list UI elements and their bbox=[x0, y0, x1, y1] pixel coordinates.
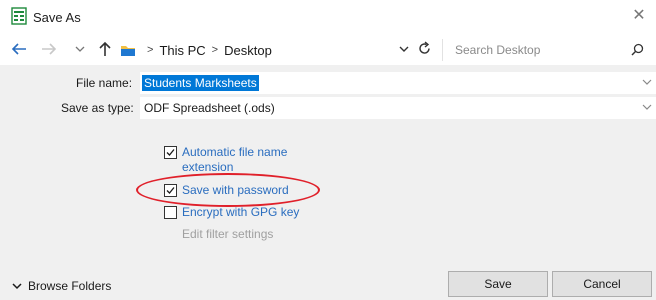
automatic-extension-label-line1: Automatic file name bbox=[182, 145, 288, 159]
automatic-extension-checkbox[interactable] bbox=[164, 146, 177, 159]
encrypt-gpg-label: Encrypt with GPG key bbox=[182, 205, 300, 219]
search-placeholder: Search Desktop bbox=[455, 43, 541, 57]
save-as-type-select[interactable]: ODF Spreadsheet (.ods) bbox=[140, 97, 656, 119]
search-input[interactable]: Search Desktop bbox=[442, 39, 652, 61]
automatic-extension-label: Automatic file name extension bbox=[182, 145, 287, 175]
file-name-value[interactable]: Students Marksheets bbox=[142, 75, 259, 91]
option-automatic-extension[interactable]: Automatic file name extension bbox=[164, 145, 287, 175]
annotation-highlight-oval bbox=[136, 173, 320, 207]
close-icon: ✕ bbox=[632, 7, 646, 24]
file-name-label: File name: bbox=[76, 76, 133, 90]
file-name-field[interactable]: Students Marksheets bbox=[140, 72, 656, 94]
browse-folders-label: Browse Folders bbox=[28, 279, 112, 293]
window-title: Save As bbox=[33, 10, 81, 25]
checkmark-icon bbox=[166, 149, 175, 156]
search-icon bbox=[631, 43, 644, 56]
save-as-type-value: ODF Spreadsheet (.ods) bbox=[144, 101, 275, 115]
save-as-type-label: Save as type: bbox=[61, 101, 134, 115]
browse-folders-toggle[interactable]: Browse Folders bbox=[12, 279, 111, 293]
option-edit-filter-settings: Edit filter settings bbox=[182, 227, 273, 242]
breadcrumb-separator: > bbox=[147, 44, 154, 56]
save-button[interactable]: Save bbox=[448, 271, 548, 297]
cancel-button[interactable]: Cancel bbox=[552, 271, 652, 297]
title-bar: Save As ✕ bbox=[0, 0, 656, 34]
recent-locations-chevron-icon[interactable] bbox=[73, 40, 87, 58]
address-dropdown-chevron-icon[interactable] bbox=[398, 43, 410, 55]
encrypt-gpg-checkbox[interactable] bbox=[164, 206, 177, 219]
refresh-icon[interactable] bbox=[417, 41, 432, 56]
edit-filter-settings-label: Edit filter settings bbox=[182, 227, 274, 241]
chevron-down-icon bbox=[12, 283, 22, 290]
chevron-down-icon[interactable] bbox=[642, 103, 652, 111]
forward-arrow-icon[interactable] bbox=[40, 40, 58, 58]
back-arrow-icon[interactable] bbox=[10, 40, 28, 58]
breadcrumb-item-this-pc[interactable]: This PC bbox=[159, 43, 205, 58]
up-arrow-icon[interactable] bbox=[97, 39, 113, 59]
option-encrypt-gpg[interactable]: Encrypt with GPG key bbox=[164, 205, 299, 220]
folder-icon bbox=[121, 46, 135, 56]
navigation-bar: > This PC > Desktop Search Desktop bbox=[0, 34, 656, 64]
save-options-panel: File name: Students Marksheets Save as t… bbox=[0, 65, 656, 300]
breadcrumb-item-desktop[interactable]: Desktop bbox=[224, 43, 272, 58]
breadcrumb[interactable]: > This PC > Desktop bbox=[120, 40, 272, 60]
breadcrumb-separator: > bbox=[211, 44, 219, 56]
chevron-down-icon[interactable] bbox=[642, 78, 652, 86]
close-button[interactable]: ✕ bbox=[628, 6, 650, 28]
spreadsheet-app-icon bbox=[11, 7, 27, 25]
automatic-extension-label-line2: extension bbox=[182, 160, 234, 174]
